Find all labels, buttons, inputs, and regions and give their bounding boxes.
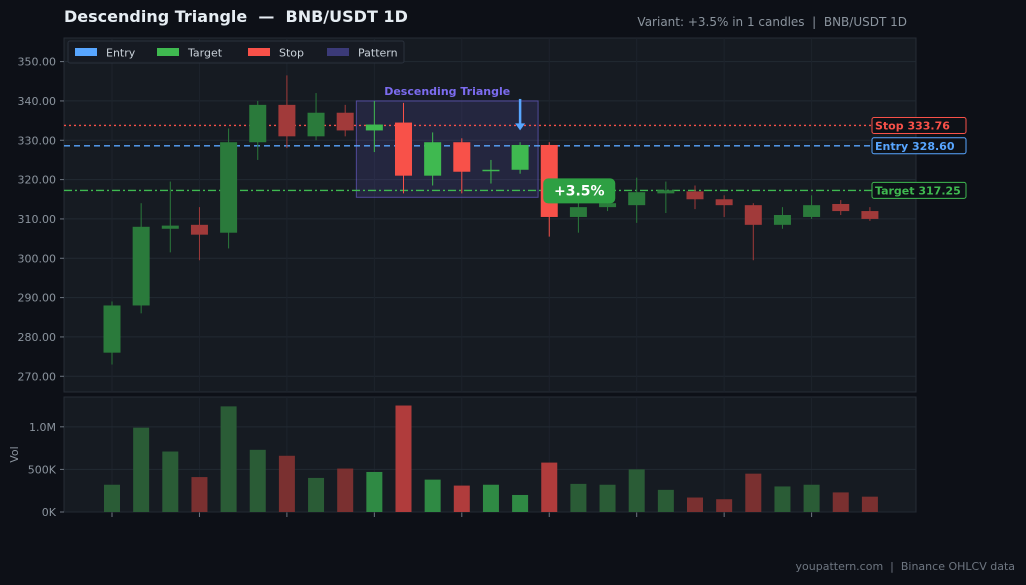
legend-label-pattern: Pattern — [358, 47, 398, 60]
volume-bar — [337, 468, 354, 512]
price-tick-label: 330.00 — [18, 134, 57, 147]
volume-bar — [687, 497, 703, 512]
legend-label-stop: Stop — [279, 47, 304, 60]
volume-bar — [424, 479, 441, 512]
candle-body — [832, 203, 850, 212]
candle-body — [190, 224, 208, 235]
volume-bar — [395, 405, 412, 512]
pattern-box — [355, 100, 539, 198]
price-tick-label: 340.00 — [18, 95, 57, 108]
price-tick-label: 350.00 — [18, 56, 57, 69]
candle-body — [424, 142, 442, 176]
price-tick-label: 280.00 — [18, 331, 57, 344]
legend-swatch-pattern — [327, 48, 349, 56]
candle-body — [657, 190, 675, 194]
volume-bar — [308, 477, 325, 512]
volume-bar — [803, 484, 820, 512]
candle-body — [103, 305, 121, 353]
candle-body — [482, 169, 500, 172]
volume-bar — [832, 492, 849, 512]
price-tick-label: 320.00 — [18, 174, 57, 187]
volume-bar — [774, 486, 791, 512]
candle-body — [803, 205, 821, 217]
level-tag-label-entry: Entry 328.60 — [875, 140, 955, 153]
candle-body — [599, 203, 617, 208]
volume-bar — [220, 406, 237, 512]
level-tag-label-target: Target 317.25 — [875, 184, 961, 197]
candle-body — [715, 199, 733, 206]
result-badge-label: +3.5% — [554, 183, 605, 199]
price-tick-label: 290.00 — [18, 292, 57, 305]
legend-swatch-entry — [75, 48, 97, 56]
volume-bar — [278, 455, 295, 512]
volume-bar — [541, 462, 558, 512]
volume-bar — [861, 496, 878, 512]
pattern-label: Descending Triangle — [384, 85, 510, 98]
volume-bar — [104, 484, 120, 512]
volume-bar — [599, 484, 616, 512]
candle-body — [628, 192, 646, 206]
candle-body — [161, 225, 179, 229]
candle-body — [686, 191, 704, 200]
volume-axis-label: Vol — [8, 446, 21, 462]
candle-body — [773, 215, 791, 225]
volume-tick-label: 0K — [42, 506, 57, 519]
legend-swatch-target — [157, 48, 179, 56]
volume-bar — [249, 449, 266, 512]
candle-body — [744, 205, 762, 225]
volume-bar — [162, 451, 179, 512]
volume-bar — [453, 485, 470, 512]
legend: Entry Target Stop Pattern — [67, 40, 405, 64]
candle-body — [453, 142, 471, 172]
legend-label-entry: Entry — [106, 47, 136, 60]
volume-bar — [745, 473, 762, 512]
candle-body — [569, 207, 587, 217]
candle-body — [511, 144, 529, 170]
level-tag-label-stop: Stop 333.76 — [875, 119, 950, 132]
volume-bar — [366, 471, 383, 512]
volume-bar — [570, 483, 587, 512]
volume-bar — [657, 489, 674, 512]
candle-body — [307, 112, 325, 137]
candle-body — [395, 122, 412, 176]
volume-bar — [482, 484, 499, 512]
candle-body — [861, 211, 879, 219]
candle-body — [278, 104, 296, 137]
legend-swatch-stop — [248, 48, 270, 56]
candle-body — [220, 142, 238, 233]
price-tick-label: 270.00 — [18, 370, 57, 383]
volume-bar — [716, 499, 733, 512]
price-tick-label: 310.00 — [18, 213, 57, 226]
volume-bar — [628, 469, 645, 512]
candle-body — [365, 124, 383, 131]
legend-label-target: Target — [187, 47, 223, 60]
volume-bar — [512, 494, 529, 512]
candle-body — [249, 104, 267, 143]
candlestick-chart: 270.00 280.00 290.00 300.00 310.00 320.00 330.… — [8, 37, 967, 519]
candle-body — [132, 226, 150, 306]
volume-tick-label: 1.0M — [29, 421, 56, 434]
volume-bar — [133, 427, 150, 512]
volume-tick-label: 500K — [28, 463, 57, 476]
candle-body — [336, 112, 354, 131]
price-tick-label: 300.00 — [18, 252, 57, 265]
volume-bar — [191, 477, 208, 512]
